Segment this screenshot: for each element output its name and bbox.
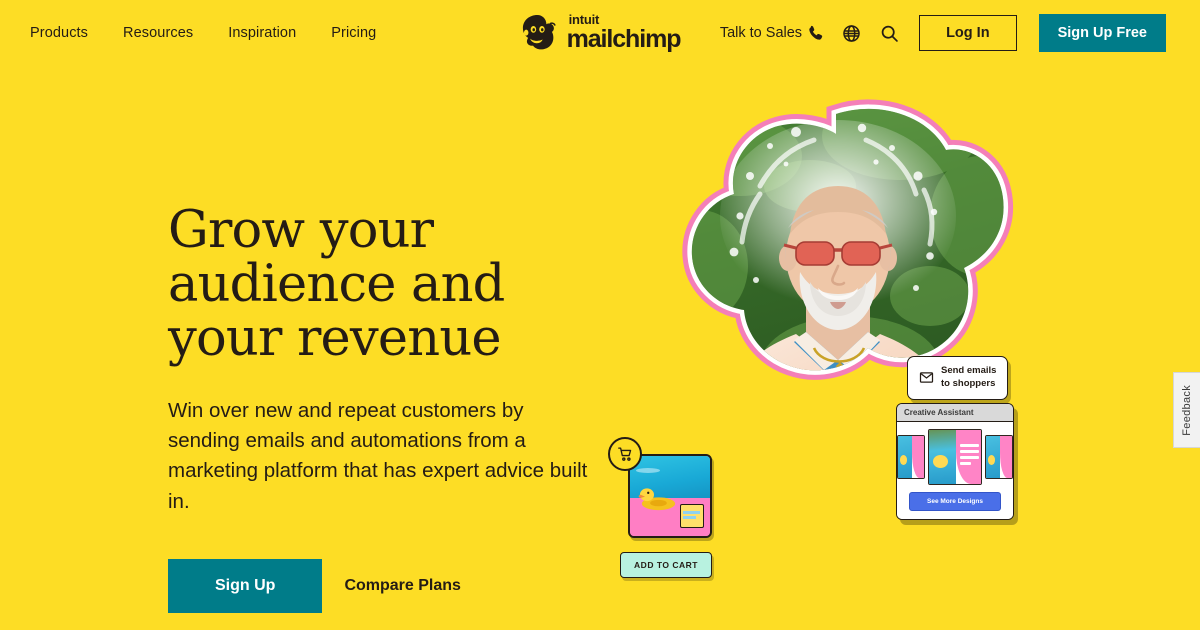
logo-intuit-text: intuit (568, 11, 600, 27)
feedback-tab-label: Feedback (1181, 384, 1193, 436)
thumb-photo (929, 430, 957, 484)
log-in-button[interactable]: Log In (919, 15, 1017, 51)
design-thumb-prev[interactable] (897, 435, 925, 479)
nav-item-inspiration[interactable]: Inspiration (228, 25, 296, 41)
add-to-cart-button[interactable]: ADD TO CART (620, 552, 712, 578)
freddie-monkey-icon (522, 14, 556, 50)
logo-mailchimp-text: mailchimp (566, 24, 682, 53)
hero-section: Grow your audience and your revenue Win … (0, 66, 1200, 630)
hero-art-stage: ADD TO CART Send emails to shoppers Crea… (600, 66, 1070, 630)
thumb-panel (956, 430, 981, 484)
primary-navigation: Products Resources Inspiration Pricing (30, 25, 376, 41)
talk-to-sales-label: Talk to Sales (719, 25, 803, 41)
hero-actions: Sign Up Compare Plans (168, 558, 608, 613)
thumb-text-lines (960, 444, 979, 468)
hero-illustration: ADD TO CART Send emails to shoppers Crea… (600, 66, 1070, 630)
site-header: Products Resources Inspiration Pricing i… (0, 0, 1200, 66)
send-emails-card: Send emails to shoppers (907, 356, 1009, 400)
shopping-cart-icon (617, 446, 631, 461)
thumb-photo (898, 436, 912, 478)
see-more-designs-button[interactable]: See More Designs (909, 492, 1001, 511)
hero-title: Grow your audience and your revenue (168, 201, 505, 369)
language-globe-button[interactable] (839, 21, 863, 45)
design-carousel[interactable] (897, 429, 1013, 485)
search-button[interactable] (877, 21, 901, 45)
compare-plans-link[interactable]: Compare Plans (344, 577, 460, 595)
nav-item-products[interactable]: Products (30, 25, 88, 41)
send-emails-card-text: Send emails to shoppers (941, 365, 997, 389)
envelope-icon (919, 372, 934, 384)
creative-assistant-body: See More Designs (897, 422, 1013, 519)
nav-item-resources[interactable]: Resources (123, 25, 193, 41)
design-thumb-next[interactable] (985, 435, 1013, 479)
nav-item-pricing[interactable]: Pricing (331, 25, 376, 41)
thumb-photo (986, 436, 1000, 478)
hero-copy: Grow your audience and your revenue Win … (168, 66, 608, 630)
product-preview-card[interactable] (628, 454, 712, 538)
creative-assistant-panel: Creative Assistant See More Designs (896, 403, 1014, 520)
creative-assistant-title: Creative Assistant (897, 404, 1013, 422)
logo-wordmark: intuit mailchimp (566, 11, 682, 53)
header-actions: Talk to Sales Log In Sign Up Free (720, 14, 1166, 52)
product-box-graphic (679, 504, 704, 528)
talk-to-sales-link[interactable]: Talk to Sales (720, 24, 825, 43)
cart-badge (608, 437, 642, 471)
globe-icon (842, 24, 860, 42)
mailchimp-logo[interactable]: intuit mailchimp (520, 12, 681, 52)
duck-float-icon (638, 488, 676, 510)
hero-subtitle: Win over new and repeat customers by sen… (168, 399, 588, 513)
phone-icon (809, 25, 823, 40)
hero-photo-blob (682, 99, 1013, 380)
design-thumb-active[interactable] (928, 429, 982, 485)
feedback-tab[interactable]: Feedback (1173, 372, 1200, 448)
thumb-panel (999, 436, 1012, 478)
sign-up-free-button[interactable]: Sign Up Free (1038, 14, 1166, 52)
thumb-panel (911, 436, 924, 478)
search-icon (881, 25, 898, 42)
hero-sign-up-button[interactable]: Sign Up (168, 558, 323, 613)
